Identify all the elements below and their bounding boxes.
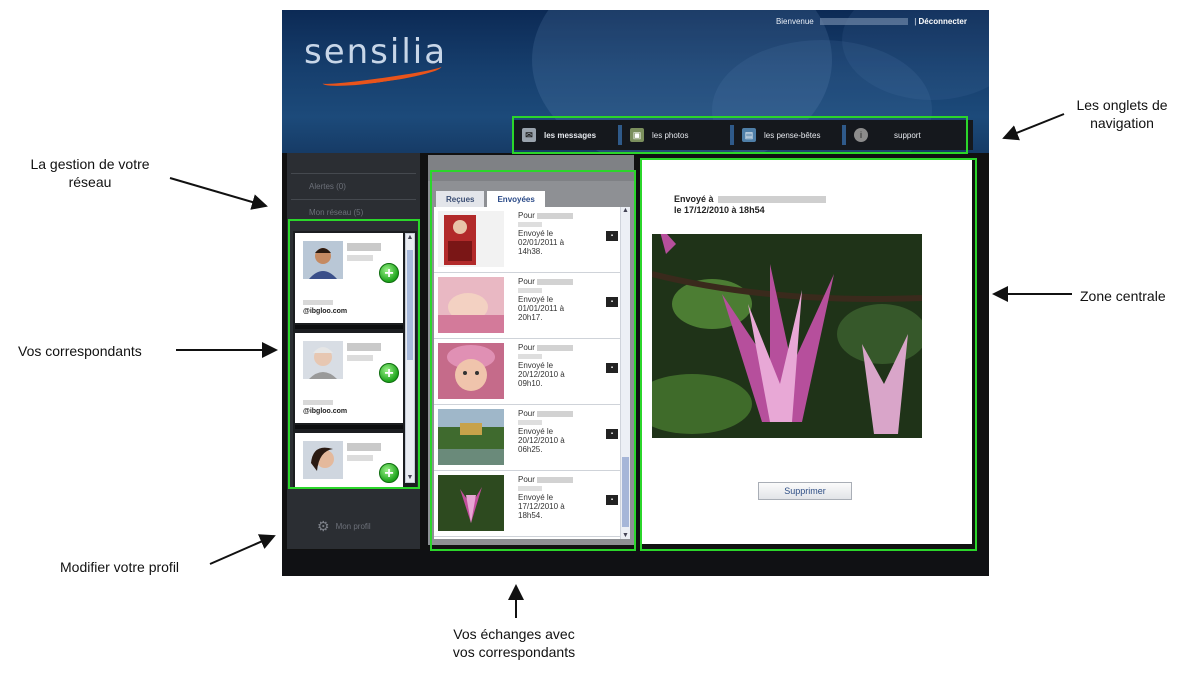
highlight-center (640, 158, 977, 551)
welcome-bar: Bienvenue | Déconnecter (776, 17, 967, 26)
logout-link[interactable]: Déconnecter (919, 17, 967, 26)
highlight-messages (430, 170, 636, 551)
highlight-contacts (288, 219, 420, 489)
gear-icon: ⚙ (317, 518, 330, 534)
welcome-label: Bienvenue (775, 17, 814, 26)
highlight-nav (512, 116, 968, 154)
annotation-exchanges: Vos échanges avec vos correspondants (452, 626, 576, 660)
footer-bar (282, 550, 989, 576)
welcome-separator: | (914, 17, 917, 26)
annotation-profile: Modifier votre profil (60, 559, 180, 575)
annotation-contacts: Vos correspondants (18, 343, 142, 359)
username-blur (819, 18, 908, 26)
annotation-network: La gestion de votre réseau (30, 156, 150, 190)
alerts-link[interactable]: Alertes (0) (287, 174, 420, 199)
annotation-tabs: Les onglets de navigation (1076, 97, 1168, 131)
profile-link[interactable]: ⚙ Mon profil (317, 518, 371, 535)
profile-label: Mon profil (335, 522, 371, 531)
annotation-center: Zone centrale (1080, 288, 1166, 304)
